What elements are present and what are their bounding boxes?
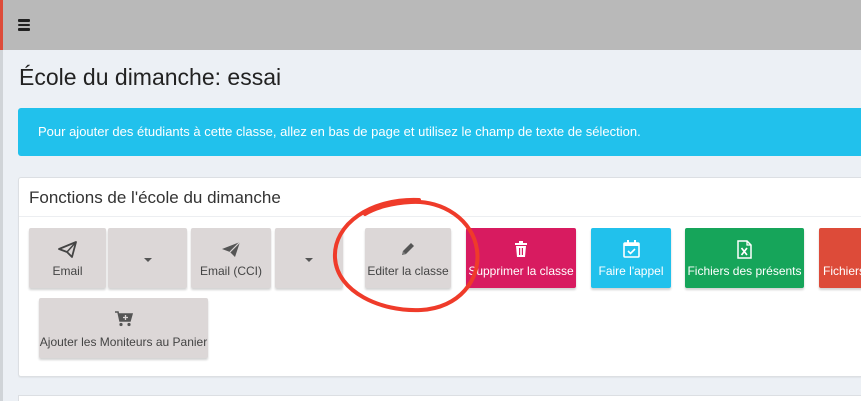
chevron-down-icon xyxy=(143,258,152,262)
edit-class-button-label: Editer la classe xyxy=(367,264,449,278)
take-attendance-button-label: Faire l'appel xyxy=(598,264,664,278)
top-navbar xyxy=(3,0,861,50)
chevron-down-icon xyxy=(305,258,313,262)
delete-class-button-label: Supprimer la classe xyxy=(468,264,574,278)
edit-class-button[interactable]: Editer la classe xyxy=(365,228,451,288)
email-bcc-dropdown-toggle[interactable] xyxy=(275,228,343,288)
info-callout: Pour ajouter des étudiants à cette class… xyxy=(18,108,861,156)
pencil-icon xyxy=(365,241,451,262)
files-button-partial[interactable]: Fichiers xyxy=(819,228,861,288)
add-teachers-to-cart-button-label: Ajouter les Moniteurs au Panier xyxy=(39,335,208,349)
file-excel-icon xyxy=(685,240,804,264)
sunday-school-functions-box: Fonctions de l'école du dimanche Email E… xyxy=(18,177,861,377)
box-header: Fonctions de l'école du dimanche xyxy=(19,178,861,217)
email-button[interactable]: Email xyxy=(29,228,106,288)
email-dropdown-toggle[interactable] xyxy=(108,228,187,288)
paper-plane-outline-icon xyxy=(29,241,106,264)
add-teachers-to-cart-button[interactable]: Ajouter les Moniteurs au Panier xyxy=(39,298,208,358)
email-bcc-button-label: Email (CCI) xyxy=(200,264,262,278)
callout-text: Pour ajouter des étudiants à cette class… xyxy=(38,124,641,139)
delete-class-button[interactable]: Supprimer la classe xyxy=(466,228,576,288)
files-button-label: Fichiers xyxy=(823,264,861,278)
attendance-files-button[interactable]: Fichiers des présents xyxy=(685,228,804,288)
paper-plane-icon xyxy=(191,241,271,264)
left-edge-strip xyxy=(0,0,3,401)
take-attendance-button[interactable]: Faire l'appel xyxy=(591,228,671,288)
hamburger-menu-icon[interactable] xyxy=(18,19,30,31)
calendar-check-icon xyxy=(591,240,671,263)
trash-icon xyxy=(466,241,576,262)
next-box-edge xyxy=(18,395,861,401)
cart-plus-icon xyxy=(39,311,208,332)
email-bcc-button[interactable]: Email (CCI) xyxy=(191,228,271,288)
email-button-label: Email xyxy=(52,264,83,278)
page-title: École du dimanche: essai xyxy=(19,64,282,90)
attendance-files-button-label: Fichiers des présents xyxy=(687,264,802,278)
box-title: Fonctions de l'école du dimanche xyxy=(29,188,281,207)
